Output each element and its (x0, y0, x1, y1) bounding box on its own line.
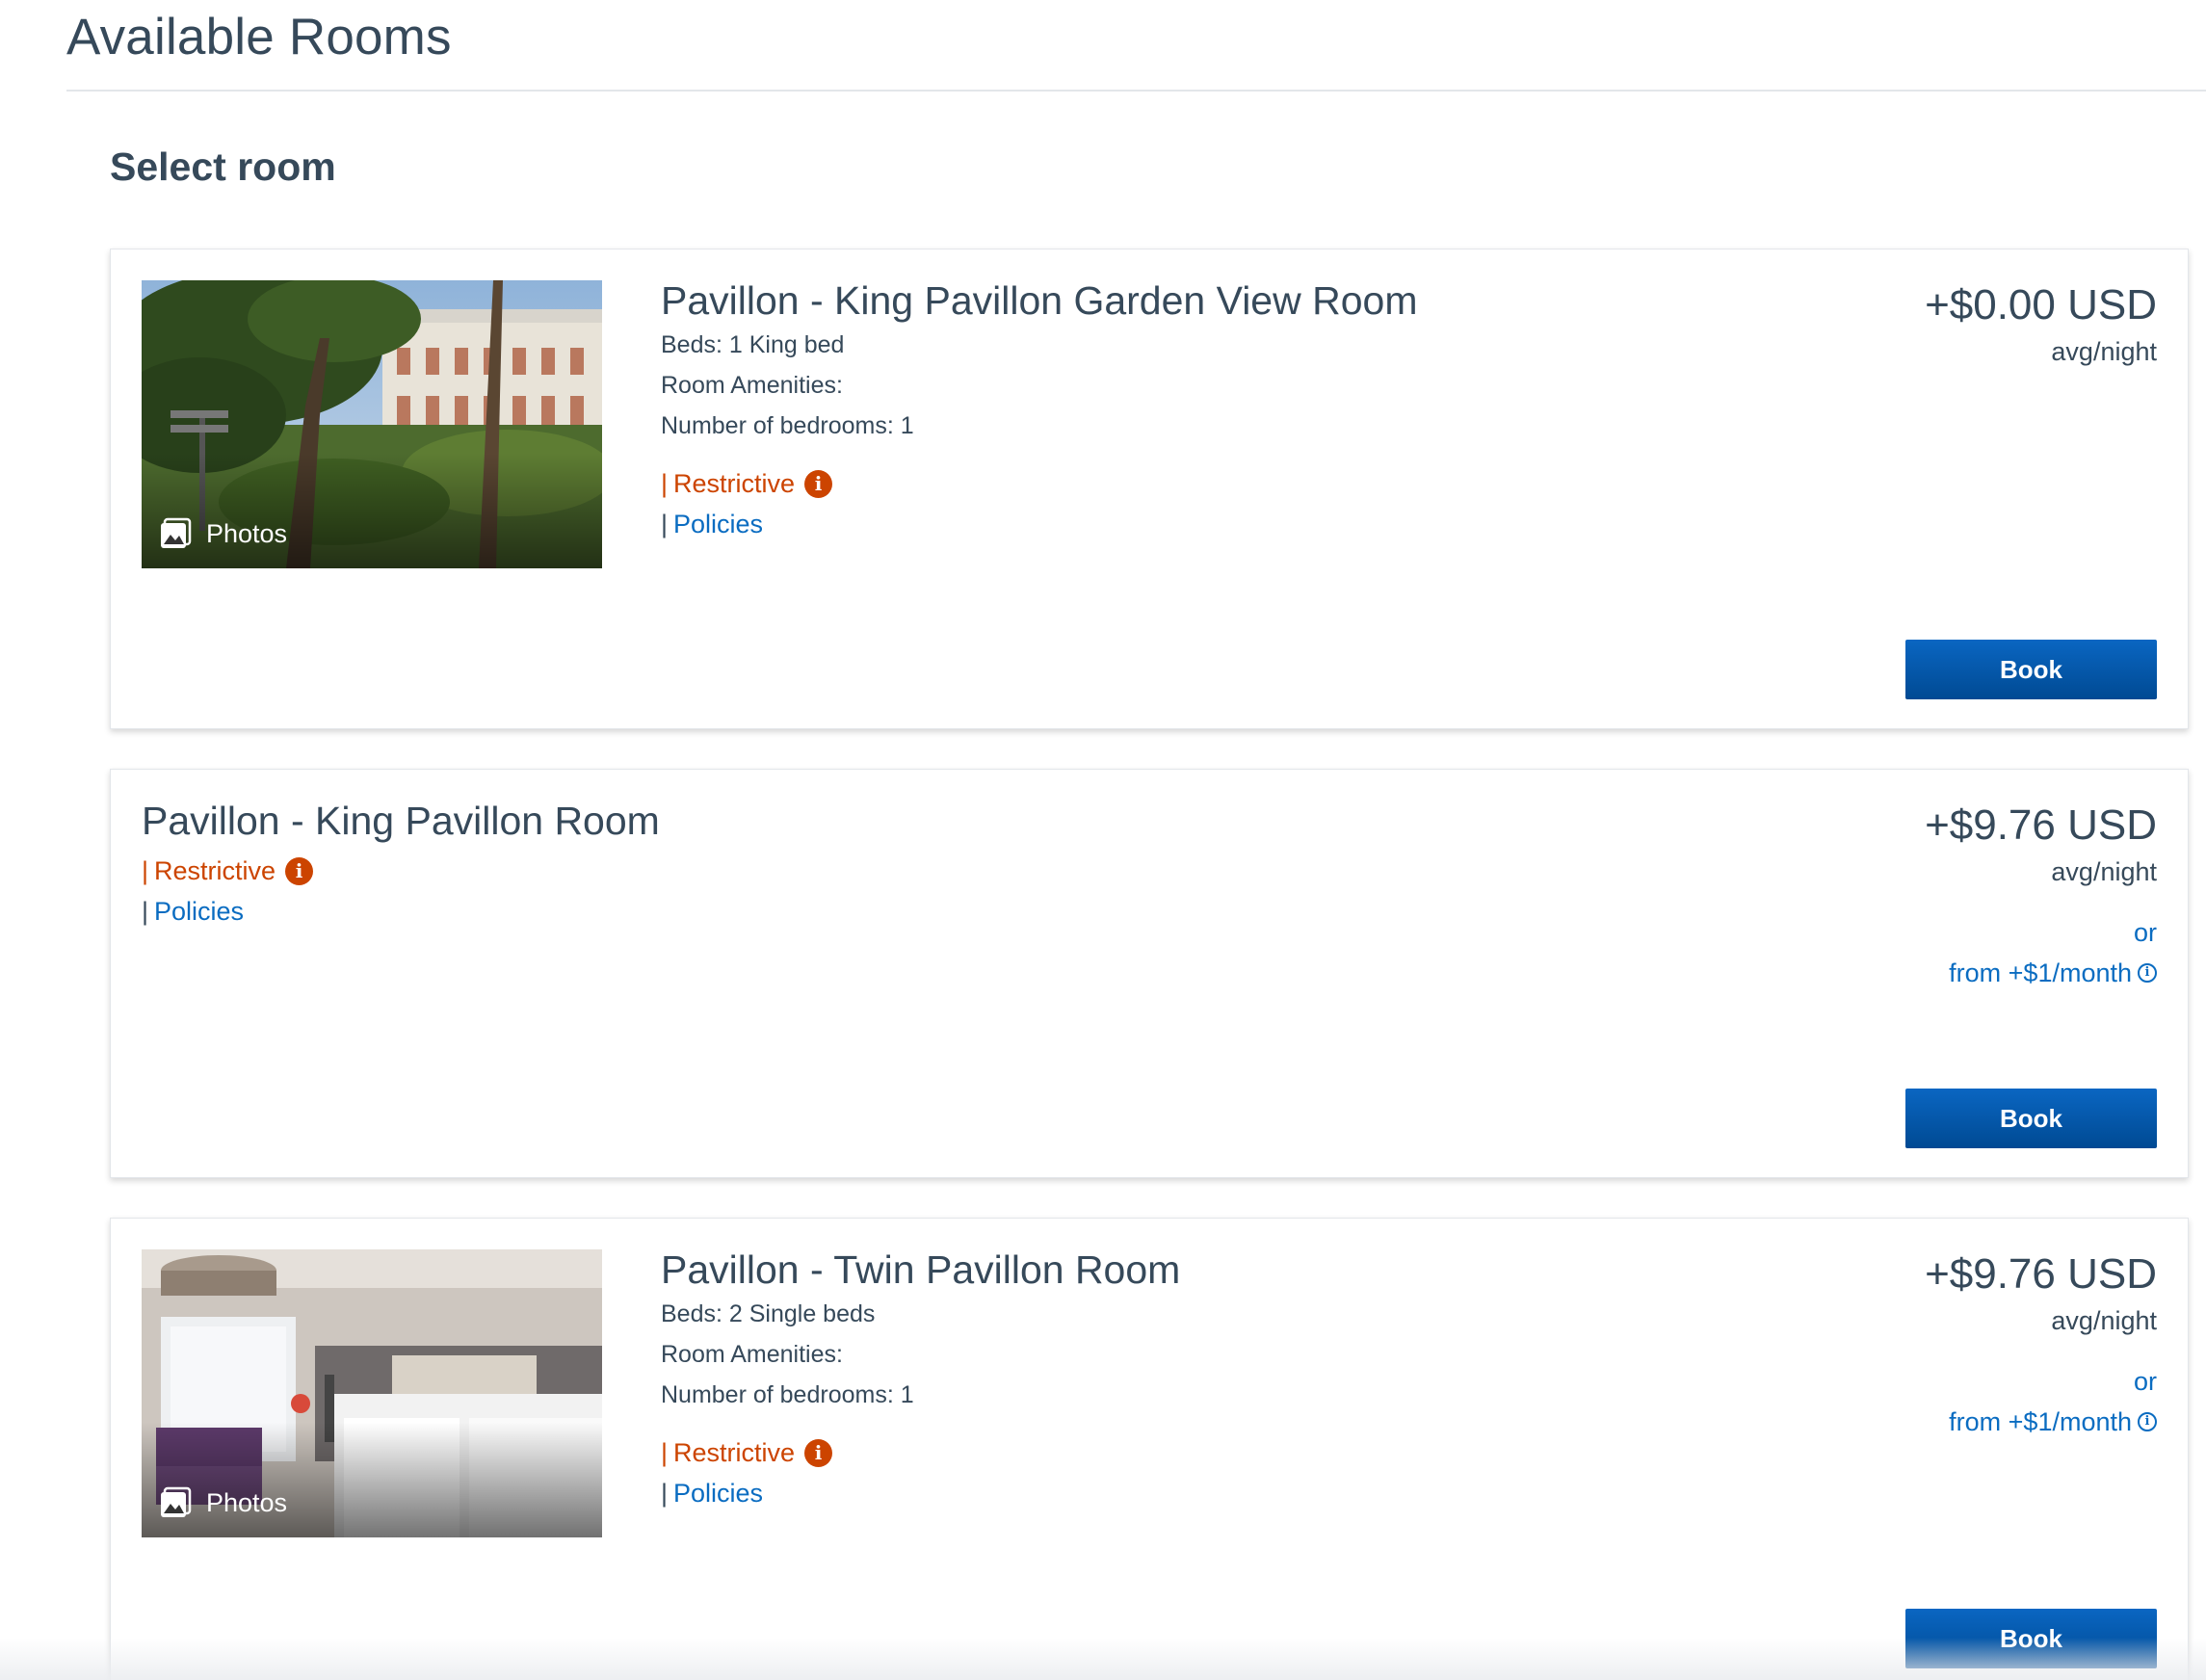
room-name: Pavillon - King Pavillon Garden View Roo… (661, 278, 1418, 323)
photos-label: Photos (206, 518, 288, 548)
book-button[interactable]: Book (1905, 1089, 2157, 1148)
room-photo[interactable]: Photos (142, 1249, 602, 1537)
title-divider (66, 90, 2206, 92)
price: +$0.00 USD (1925, 281, 2157, 328)
info-icon[interactable]: i (804, 1438, 833, 1467)
bedrooms-text: Number of bedrooms: 1 (661, 1381, 914, 1408)
price: +$9.76 USD (1925, 801, 2157, 849)
monthly-label: from +$1/month (1949, 958, 2132, 987)
restrictive-tag: | Restrictive i (142, 851, 660, 891)
pipe: | (142, 897, 149, 926)
beds-text: Beds: 2 Single beds (661, 1300, 876, 1327)
room-card-garden-view: Photos Pavillon - King Pavillon Garden V… (110, 249, 2189, 729)
amenities-text: Room Amenities: (661, 372, 843, 399)
monthly-label: from +$1/month (1949, 1407, 2132, 1436)
policies-row: | Policies (661, 504, 1417, 544)
room-name: Pavillon - King Pavillon Room (142, 799, 660, 843)
photos-link[interactable]: Photos (158, 516, 287, 551)
section-title: Select room (110, 144, 336, 189)
pipe: | (142, 856, 149, 885)
room-card-king: Pavillon - King Pavillon Room | Restrict… (110, 769, 2189, 1178)
restrictive-tag: | Restrictive i (661, 1432, 1180, 1473)
room-name: Pavillon - Twin Pavillon Room (661, 1247, 1181, 1292)
bedrooms-text: Number of bedrooms: 1 (661, 412, 914, 439)
pipe: | (661, 510, 669, 538)
room-card-twin: Photos Pavillon - Twin Pavillon Room Bed… (110, 1218, 2189, 1680)
avg-night-label: avg/night (2051, 337, 2157, 366)
restrictive-label: Restrictive (673, 1438, 796, 1467)
photos-link[interactable]: Photos (158, 1485, 287, 1520)
page-title: Available Rooms (66, 9, 452, 66)
price-block: +$0.00 USD avg/night (1925, 278, 2157, 371)
avg-night-label: avg/night (2051, 857, 2157, 886)
policies-row: | Policies (142, 891, 660, 932)
photo-gallery-icon (161, 517, 192, 548)
policies-link[interactable]: Policies (673, 1473, 763, 1513)
policies-link[interactable]: Policies (673, 504, 763, 544)
price: +$9.76 USD (1925, 1250, 2157, 1298)
beds-text: Beds: 1 King bed (661, 331, 845, 358)
book-button[interactable]: Book (1905, 640, 2157, 699)
pipe: | (661, 1479, 669, 1508)
price-block: +$9.76 USD avg/night or from +$1/month i (1925, 1247, 2157, 1442)
room-info: Pavillon - King Pavillon Room | Restrict… (142, 797, 660, 932)
pipe: | (661, 469, 669, 498)
policies-row: | Policies (661, 1473, 1180, 1513)
bottom-fade (0, 1638, 2206, 1680)
room-info: Pavillon - Twin Pavillon Room Beds: 2 Si… (661, 1246, 1180, 1513)
or-label: or (2133, 1367, 2157, 1396)
or-label: or (2133, 918, 2157, 947)
monthly-payment-link[interactable]: from +$1/month i (1949, 953, 2157, 993)
restrictive-label: Restrictive (673, 469, 796, 498)
photos-label: Photos (206, 1487, 288, 1517)
restrictive-tag: | Restrictive i (661, 463, 1417, 504)
info-icon[interactable]: i (285, 856, 314, 885)
photo-gallery-icon (161, 1486, 192, 1517)
policies-link[interactable]: Policies (154, 891, 244, 932)
avg-night-label: avg/night (2051, 1306, 2157, 1335)
amenities-text: Room Amenities: (661, 1341, 843, 1368)
room-info: Pavillon - King Pavillon Garden View Roo… (661, 276, 1417, 544)
pipe: | (661, 1438, 669, 1467)
restrictive-label: Restrictive (154, 856, 276, 885)
monthly-payment-link[interactable]: from +$1/month i (1949, 1402, 2157, 1442)
info-icon[interactable]: i (804, 469, 833, 498)
info-circle-icon[interactable]: i (2138, 963, 2157, 983)
room-photo[interactable]: Photos (142, 280, 602, 568)
info-circle-icon[interactable]: i (2138, 1412, 2157, 1431)
price-block: +$9.76 USD avg/night or from +$1/month i (1925, 799, 2157, 993)
